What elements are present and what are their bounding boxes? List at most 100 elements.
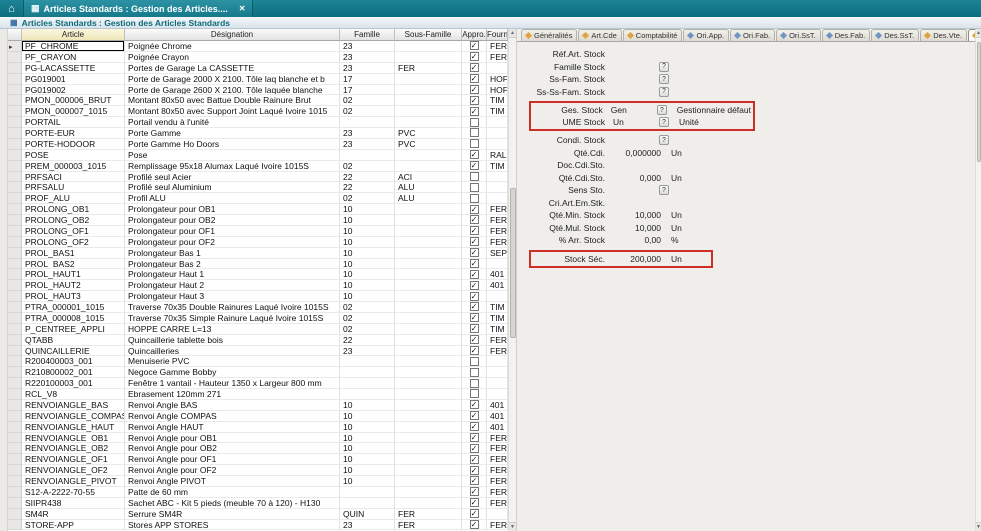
table-row[interactable]: PG019002Porte de Garage 2600 X 2100. Tôl… — [8, 85, 508, 96]
grid-vertical-scrollbar[interactable]: ▲ ▼ — [508, 29, 516, 531]
cell-sous-famille[interactable] — [395, 117, 462, 128]
cell-article[interactable]: PG019001 — [22, 74, 125, 85]
table-row[interactable]: SM4RSerrure SM4RQUINFER✓ — [8, 509, 508, 520]
cell-designation[interactable]: Prolongateur pour OB1 — [125, 204, 340, 215]
cell-sous-famille[interactable] — [395, 150, 462, 161]
cell-sous-famille[interactable] — [395, 422, 462, 433]
column-header-designation[interactable]: Désignation — [125, 29, 340, 41]
cell-designation[interactable]: Prolongateur Haut 1 — [125, 269, 340, 280]
cell-designation[interactable]: Prolongateur Bas 1 — [125, 248, 340, 259]
appro-checkbox[interactable]: ✓ — [470, 335, 479, 344]
cell-designation[interactable]: Poignée Crayon — [125, 52, 340, 63]
cell-famille[interactable]: 23 — [340, 139, 395, 150]
cell-fournisseur[interactable]: FER — [487, 443, 508, 454]
cell-sous-famille[interactable]: FER — [395, 520, 462, 531]
table-row[interactable]: RENVOIANGLE_BASRenvoi Angle BAS10✓401 — [8, 400, 508, 411]
cell-appro[interactable]: ✓ — [462, 41, 487, 52]
table-row[interactable]: PORTAILPortail vendu à l'unité — [8, 117, 508, 128]
cell-designation[interactable]: Renvoi Angle HAUT — [125, 422, 340, 433]
cell-article[interactable]: PROL_BAS1 — [22, 248, 125, 259]
cell-sous-famille[interactable] — [395, 302, 462, 313]
cell-designation[interactable]: Renvoi Angle BAS — [125, 400, 340, 411]
cell-fournisseur[interactable] — [487, 367, 508, 378]
cell-fournisseur[interactable] — [487, 139, 508, 150]
cell-designation[interactable]: HOPPE CARRE L=13 — [125, 324, 340, 335]
document-tab[interactable]: ▦ Articles Standards : Gestion des Artic… — [24, 0, 253, 17]
cell-sous-famille[interactable] — [395, 95, 462, 106]
cell-appro[interactable] — [462, 139, 487, 150]
cell-sous-famille[interactable] — [395, 85, 462, 96]
row-selector[interactable] — [8, 335, 22, 346]
appro-checkbox[interactable]: ✓ — [470, 52, 479, 61]
cell-designation[interactable]: Renvoi Angle pour OB1 — [125, 433, 340, 444]
cell-appro[interactable]: ✓ — [462, 422, 487, 433]
cell-famille[interactable] — [340, 487, 395, 498]
cell-sous-famille[interactable] — [395, 378, 462, 389]
cell-appro[interactable]: ✓ — [462, 498, 487, 509]
cell-famille[interactable]: 02 — [340, 193, 395, 204]
cell-sous-famille[interactable] — [395, 74, 462, 85]
cell-article[interactable]: PTRA_000001_1015 — [22, 302, 125, 313]
cell-fournisseur[interactable]: FER — [487, 520, 508, 531]
cell-fournisseur[interactable]: FER — [487, 433, 508, 444]
cell-designation[interactable]: Menuiserie PVC — [125, 356, 340, 367]
row-selector[interactable] — [8, 74, 22, 85]
lookup-button[interactable]: ? — [659, 185, 669, 195]
cell-appro[interactable]: ✓ — [462, 509, 487, 520]
appro-checkbox[interactable]: ✓ — [470, 237, 479, 246]
cell-designation[interactable]: Porte de Garage 2600 X 2100. Tôle laquée… — [125, 85, 340, 96]
cell-fournisseur[interactable]: FER — [487, 346, 508, 357]
cell-sous-famille[interactable]: ALU — [395, 182, 462, 193]
table-row[interactable]: PORTE-HODOORPorte Gamme Ho Doors23PVC — [8, 139, 508, 150]
field-value-qt-cdi-sto[interactable]: 0,000 — [613, 173, 661, 183]
table-row[interactable]: PROF_ALUProfil ALU02ALU — [8, 193, 508, 204]
cell-sous-famille[interactable] — [395, 215, 462, 226]
cell-article[interactable]: PORTAIL — [22, 117, 125, 128]
panel-vertical-scrollbar[interactable]: ▲ ▼ — [975, 29, 981, 531]
cell-famille[interactable]: 23 — [340, 63, 395, 74]
appro-checkbox[interactable]: ✓ — [470, 400, 479, 409]
cell-article[interactable]: PROL_HAUT1 — [22, 269, 125, 280]
cell-sous-famille[interactable] — [395, 52, 462, 63]
cell-article[interactable]: PROLONG_OB1 — [22, 204, 125, 215]
table-row[interactable]: PROLONG_OB1Prolongateur pour OB110✓FER — [8, 204, 508, 215]
appro-checkbox[interactable] — [470, 128, 479, 137]
cell-article[interactable]: S12-A-2222-70-55 — [22, 487, 125, 498]
table-row[interactable]: RENVOIANGLE_OF2Renvoi Angle pour OF210✓F… — [8, 465, 508, 476]
table-row[interactable]: PTRA_000001_1015Traverse 70x35 Double Ra… — [8, 302, 508, 313]
cell-fournisseur[interactable] — [487, 259, 508, 270]
cell-article[interactable]: RENVOIANGLE_BAS — [22, 400, 125, 411]
scroll-up-icon[interactable]: ▲ — [976, 29, 981, 38]
cell-sous-famille[interactable] — [395, 335, 462, 346]
row-selector[interactable] — [8, 520, 22, 531]
appro-checkbox[interactable]: ✓ — [470, 292, 479, 301]
table-row[interactable]: PMON_000006_BRUTMontant 80x50 avec Battu… — [8, 95, 508, 106]
cell-famille[interactable]: 17 — [340, 74, 395, 85]
row-selector[interactable] — [8, 248, 22, 259]
lookup-button[interactable]: ? — [659, 87, 669, 97]
table-row[interactable]: RENVOIANGLE_PIVOTRenvoi Angle PIVOT10✓FE… — [8, 476, 508, 487]
row-selector[interactable] — [8, 215, 22, 226]
table-row[interactable]: STORE-APPStores APP STORES23FER✓FER — [8, 520, 508, 531]
cell-famille[interactable]: 10 — [340, 248, 395, 259]
cell-appro[interactable] — [462, 356, 487, 367]
cell-fournisseur[interactable] — [487, 356, 508, 367]
row-selector[interactable] — [8, 498, 22, 509]
cell-designation[interactable]: Renvoi Angle pour OB2 — [125, 443, 340, 454]
appro-checkbox[interactable] — [470, 379, 479, 388]
cell-fournisseur[interactable]: 401 — [487, 269, 508, 280]
cell-famille[interactable]: 10 — [340, 291, 395, 302]
row-selector[interactable] — [8, 128, 22, 139]
row-selector[interactable] — [8, 454, 22, 465]
cell-appro[interactable] — [462, 182, 487, 193]
cell-appro[interactable]: ✓ — [462, 150, 487, 161]
appro-checkbox[interactable]: ✓ — [470, 150, 479, 159]
cell-sous-famille[interactable]: ALU — [395, 193, 462, 204]
table-row[interactable]: R220100003_001Fenêtre 1 vantail - Hauteu… — [8, 378, 508, 389]
cell-designation[interactable]: Quincaillerie tablette bois — [125, 335, 340, 346]
appro-checkbox[interactable]: ✓ — [470, 466, 479, 475]
cell-article[interactable]: PORTE-HODOOR — [22, 139, 125, 150]
detail-tab-ori-sst[interactable]: Ori.SsT. — [776, 29, 821, 41]
table-row[interactable]: QTABBQuincaillerie tablette bois22✓FER — [8, 335, 508, 346]
lookup-button[interactable]: ? — [659, 74, 669, 84]
